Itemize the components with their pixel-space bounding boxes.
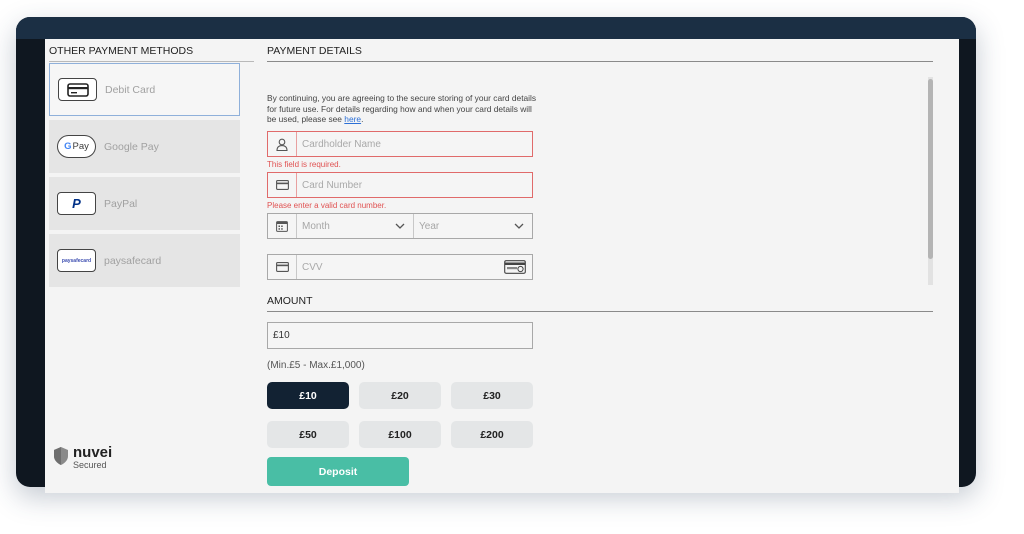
amount-preset-100[interactable]: £100	[359, 421, 441, 448]
card-number-error: Please enter a valid card number.	[267, 201, 387, 210]
cardholder-field	[267, 131, 533, 157]
month-select[interactable]: Month	[297, 214, 414, 238]
nuvei-secured-badge: nuvei Secured	[52, 444, 113, 470]
calendar-icon	[268, 214, 297, 238]
method-label: Google Pay	[104, 140, 159, 153]
card-number-input[interactable]	[297, 172, 532, 198]
chevron-down-icon	[514, 223, 524, 229]
month-placeholder: Month	[302, 220, 330, 232]
paypal-letter: P	[72, 196, 81, 211]
consent-body: By continuing, you are agreeing to the s…	[267, 93, 537, 124]
amount-preset-30[interactable]: £30	[451, 382, 533, 409]
google-pay-text: Pay	[72, 141, 89, 152]
method-paypal[interactable]: P PayPal	[49, 177, 240, 230]
amount-preset-20[interactable]: £20	[359, 382, 441, 409]
frame-top-bar	[16, 17, 976, 39]
google-pay-logo: G Pay	[57, 135, 96, 158]
amount-heading: AMOUNT	[267, 295, 933, 312]
amount-preset-50[interactable]: £50	[267, 421, 349, 448]
amount-input[interactable]: £10	[267, 322, 533, 349]
method-label: Debit Card	[105, 83, 156, 96]
cardholder-input[interactable]	[297, 131, 532, 157]
form-scrollbar[interactable]	[928, 77, 933, 285]
device-frame: OTHER PAYMENT METHODS Debit Card G Pay G…	[16, 17, 976, 493]
cvv-card-back-icon	[504, 260, 526, 274]
amount-preset-10[interactable]: £10	[267, 382, 349, 409]
amount-range: (Min.£5 - Max.£1,000)	[267, 360, 365, 371]
payment-methods-heading: OTHER PAYMENT METHODS	[49, 45, 254, 62]
paysafecard-logo-text: paysafecard	[61, 257, 92, 264]
method-label: paysafecard	[104, 254, 162, 267]
credit-card-icon	[58, 78, 97, 101]
nuvei-brand: nuvei	[73, 444, 113, 461]
payment-details-heading: PAYMENT DETAILS	[267, 45, 933, 62]
method-google-pay[interactable]: G Pay Google Pay	[49, 120, 240, 173]
expiry-field: Month Year	[267, 213, 533, 239]
google-g-letter: G	[64, 141, 72, 152]
user-icon	[268, 132, 297, 156]
method-paysafecard[interactable]: paysafecard paysafecard	[49, 234, 240, 287]
paysafecard-logo: paysafecard	[57, 249, 96, 272]
amount-preset-200[interactable]: £200	[451, 421, 533, 448]
cvv-input[interactable]	[297, 254, 504, 280]
chevron-down-icon	[395, 223, 405, 229]
method-debit-card[interactable]: Debit Card	[49, 63, 240, 116]
cvv-field	[267, 254, 533, 280]
method-label: PayPal	[104, 197, 138, 210]
year-placeholder: Year	[419, 220, 440, 232]
year-select[interactable]: Year	[414, 214, 532, 238]
consent-period: .	[361, 114, 364, 124]
scrollbar-thumb[interactable]	[928, 79, 933, 259]
secured-caption: Secured	[73, 460, 107, 470]
cardholder-error: This field is required.	[267, 160, 341, 169]
cashier-panel: OTHER PAYMENT METHODS Debit Card G Pay G…	[45, 39, 959, 493]
card-icon	[268, 255, 297, 279]
paypal-logo: P	[57, 192, 96, 215]
card-icon	[268, 173, 297, 197]
deposit-button[interactable]: Deposit	[267, 457, 409, 486]
consent-text: By continuing, you are agreeing to the s…	[267, 93, 542, 125]
card-number-field	[267, 172, 533, 198]
shield-icon	[54, 447, 68, 465]
consent-link[interactable]: here	[344, 114, 361, 124]
